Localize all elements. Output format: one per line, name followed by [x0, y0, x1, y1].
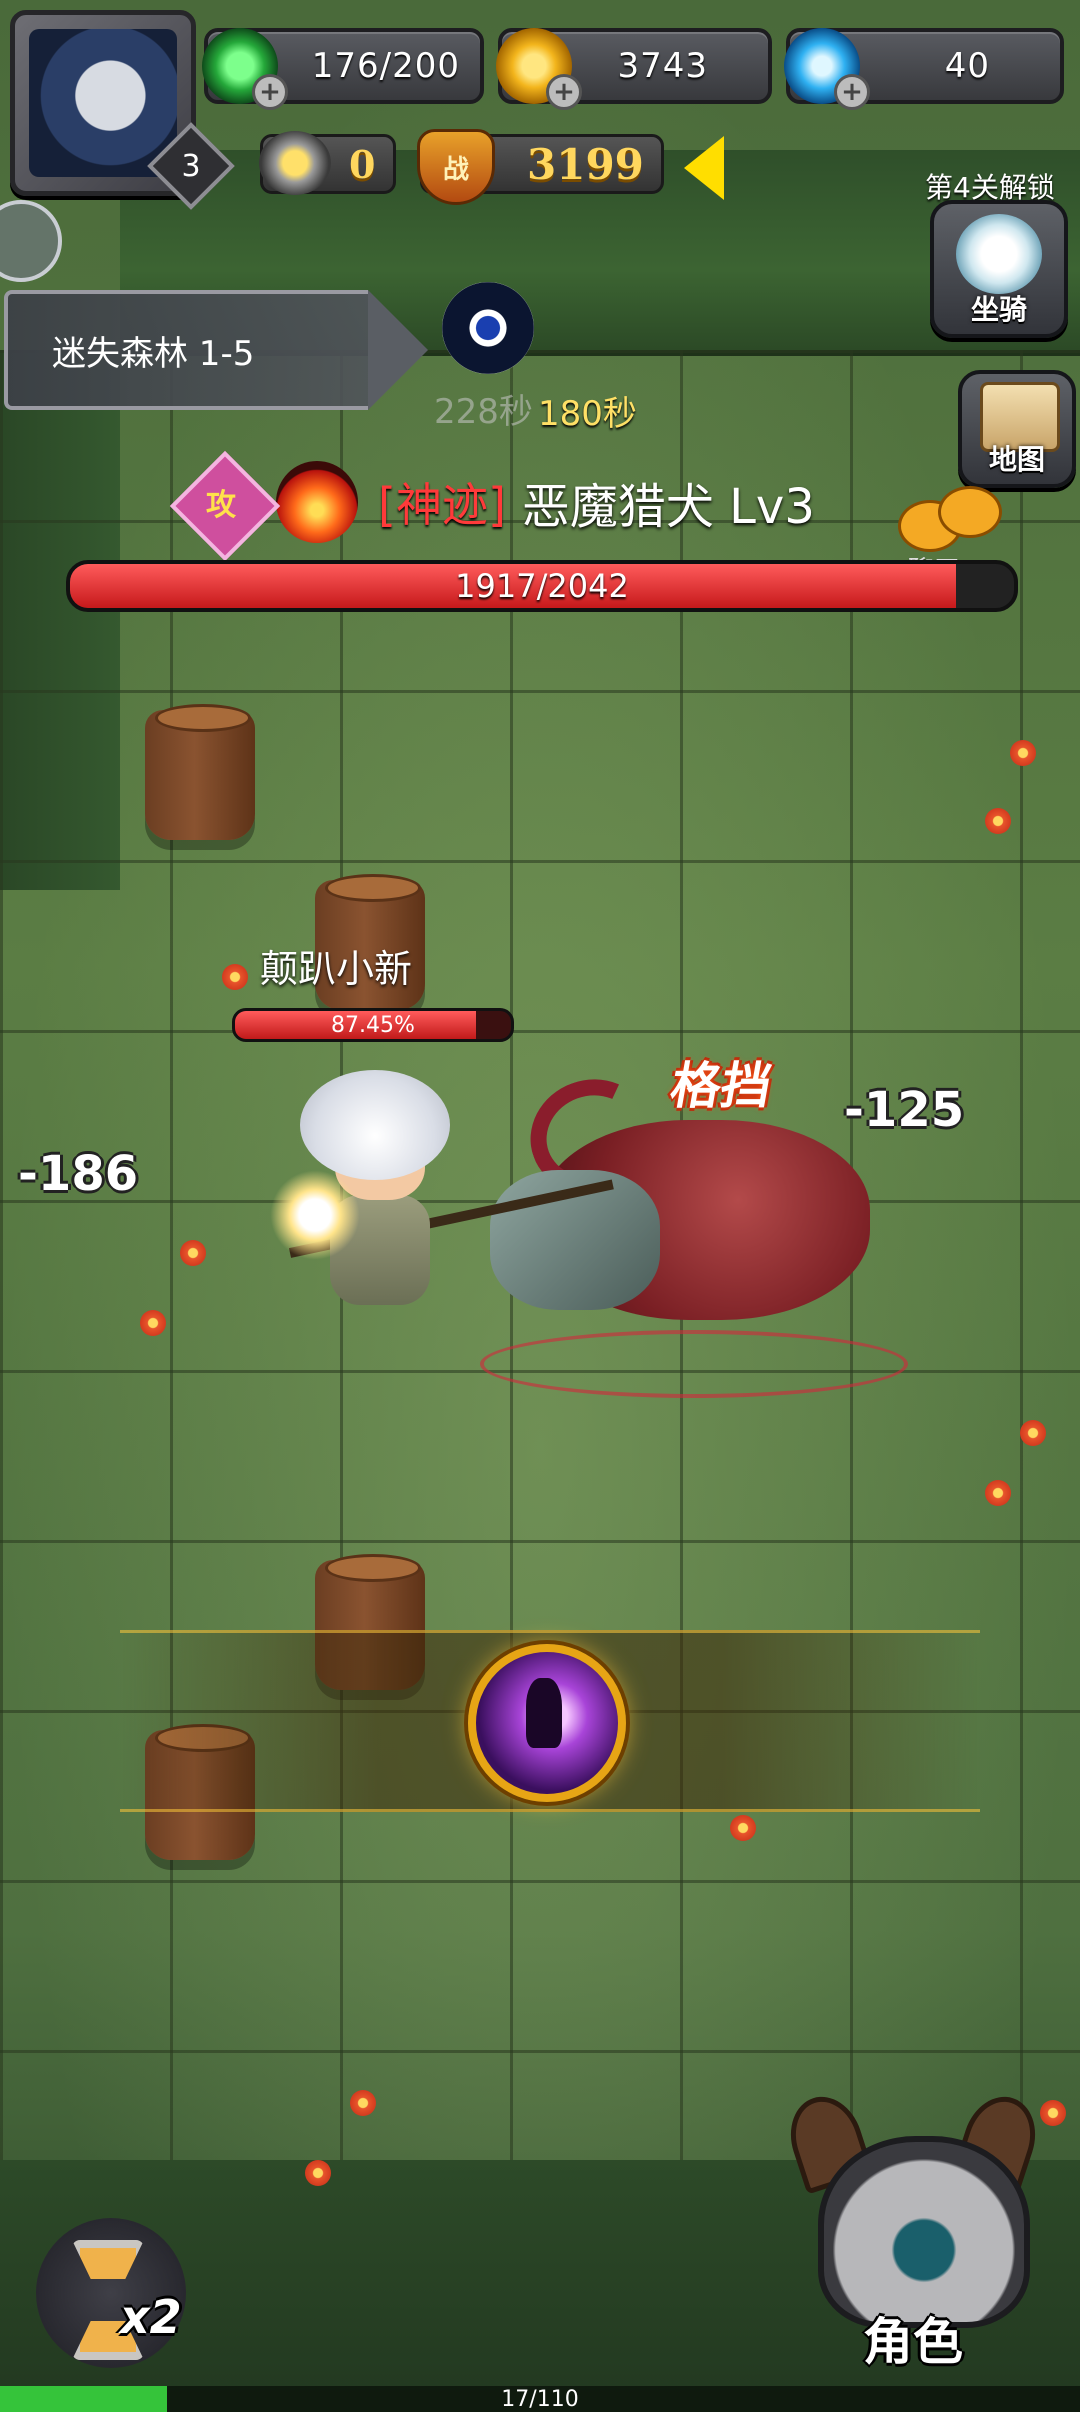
- skill-button[interactable]: [468, 1644, 626, 1802]
- mount-label: 坐骑: [970, 293, 1027, 326]
- exp-bar: 17/110: [0, 2386, 1080, 2412]
- stamina-add-icon[interactable]: +: [252, 74, 288, 110]
- damage-number-left: -186: [18, 1146, 139, 1202]
- exp-text: 17/110: [501, 2386, 579, 2412]
- hero-hair: [300, 1070, 450, 1180]
- gold-value: 3743: [617, 46, 708, 86]
- stage-name: 迷失森林 1-5: [52, 333, 255, 374]
- helmet-icon: [818, 2136, 1030, 2328]
- flower: [180, 1240, 206, 1266]
- boss-hp-bar: 1917/2042: [66, 560, 1018, 612]
- power-value: 3199: [527, 139, 644, 189]
- role-label: 角色: [863, 2313, 963, 2371]
- boss-info: 攻 [神迹] 恶魔猎犬 Lv3: [169, 450, 815, 562]
- flower: [985, 808, 1011, 834]
- level-value: 3: [181, 148, 201, 184]
- stamina-value: 176/200: [311, 46, 460, 86]
- block-text: 格挡: [666, 1057, 777, 1115]
- mount-button[interactable]: 坐骑: [930, 200, 1068, 338]
- mount-wolf-icon: [956, 214, 1042, 294]
- flower: [985, 1480, 1011, 1506]
- flower: [1020, 1420, 1046, 1446]
- flower: [350, 2090, 376, 2116]
- player-hp-bar: 87.45%: [232, 1008, 514, 1042]
- vip-badge[interactable]: 0: [259, 131, 396, 195]
- stage-indicator[interactable]: 迷失森林 1-5: [4, 290, 428, 410]
- flower: [140, 1310, 166, 1336]
- diamond-add-icon[interactable]: +: [834, 74, 870, 110]
- hit-flash: [270, 1170, 360, 1260]
- timer-remaining: 180秒: [538, 394, 637, 434]
- skill-icon: [526, 1678, 562, 1748]
- speed-button[interactable]: x2: [36, 2218, 186, 2368]
- chat-bubbles-icon: [938, 486, 1002, 538]
- attack-badge-label: 攻: [206, 488, 236, 523]
- player-hp-text: 87.45%: [331, 1012, 415, 1038]
- flower: [730, 1815, 756, 1841]
- map-button[interactable]: 地图: [958, 370, 1076, 488]
- vip-value: 0: [349, 141, 376, 187]
- timer-eye-icon: [442, 282, 534, 374]
- boss-hp-text: 1917/2042: [455, 567, 629, 605]
- combat-power[interactable]: 战 3199: [417, 129, 664, 205]
- flower: [222, 964, 248, 990]
- map-label: 地图: [988, 443, 1045, 476]
- tree-stump: [145, 704, 255, 840]
- gold-resource[interactable]: + 3743: [496, 28, 772, 110]
- avatar-icon: [29, 29, 177, 177]
- diamond-resource[interactable]: + 40: [784, 28, 1064, 110]
- boss-name: 恶魔猎犬 Lv3: [521, 479, 815, 535]
- flower: [305, 2160, 331, 2186]
- stamina-resource[interactable]: + 176/200: [202, 28, 484, 110]
- speed-multiplier: x2: [120, 2290, 182, 2344]
- fire-element-icon: [276, 461, 358, 543]
- damage-number-right: -125: [844, 1082, 965, 1138]
- vip-wings-icon: [259, 131, 331, 195]
- flower: [1010, 740, 1036, 766]
- timer-old: 228秒: [434, 392, 533, 432]
- power-shield-icon: 战: [417, 129, 495, 205]
- diamond-value: 40: [944, 46, 990, 86]
- collapse-arrow-icon[interactable]: [684, 136, 724, 200]
- role-button[interactable]: 角色: [778, 2087, 1048, 2371]
- gold-add-icon[interactable]: +: [546, 74, 582, 110]
- attack-badge-icon: 攻: [169, 450, 281, 562]
- player-name: 颠趴小新: [260, 947, 413, 991]
- boss-rarity: [神迹]: [378, 478, 506, 532]
